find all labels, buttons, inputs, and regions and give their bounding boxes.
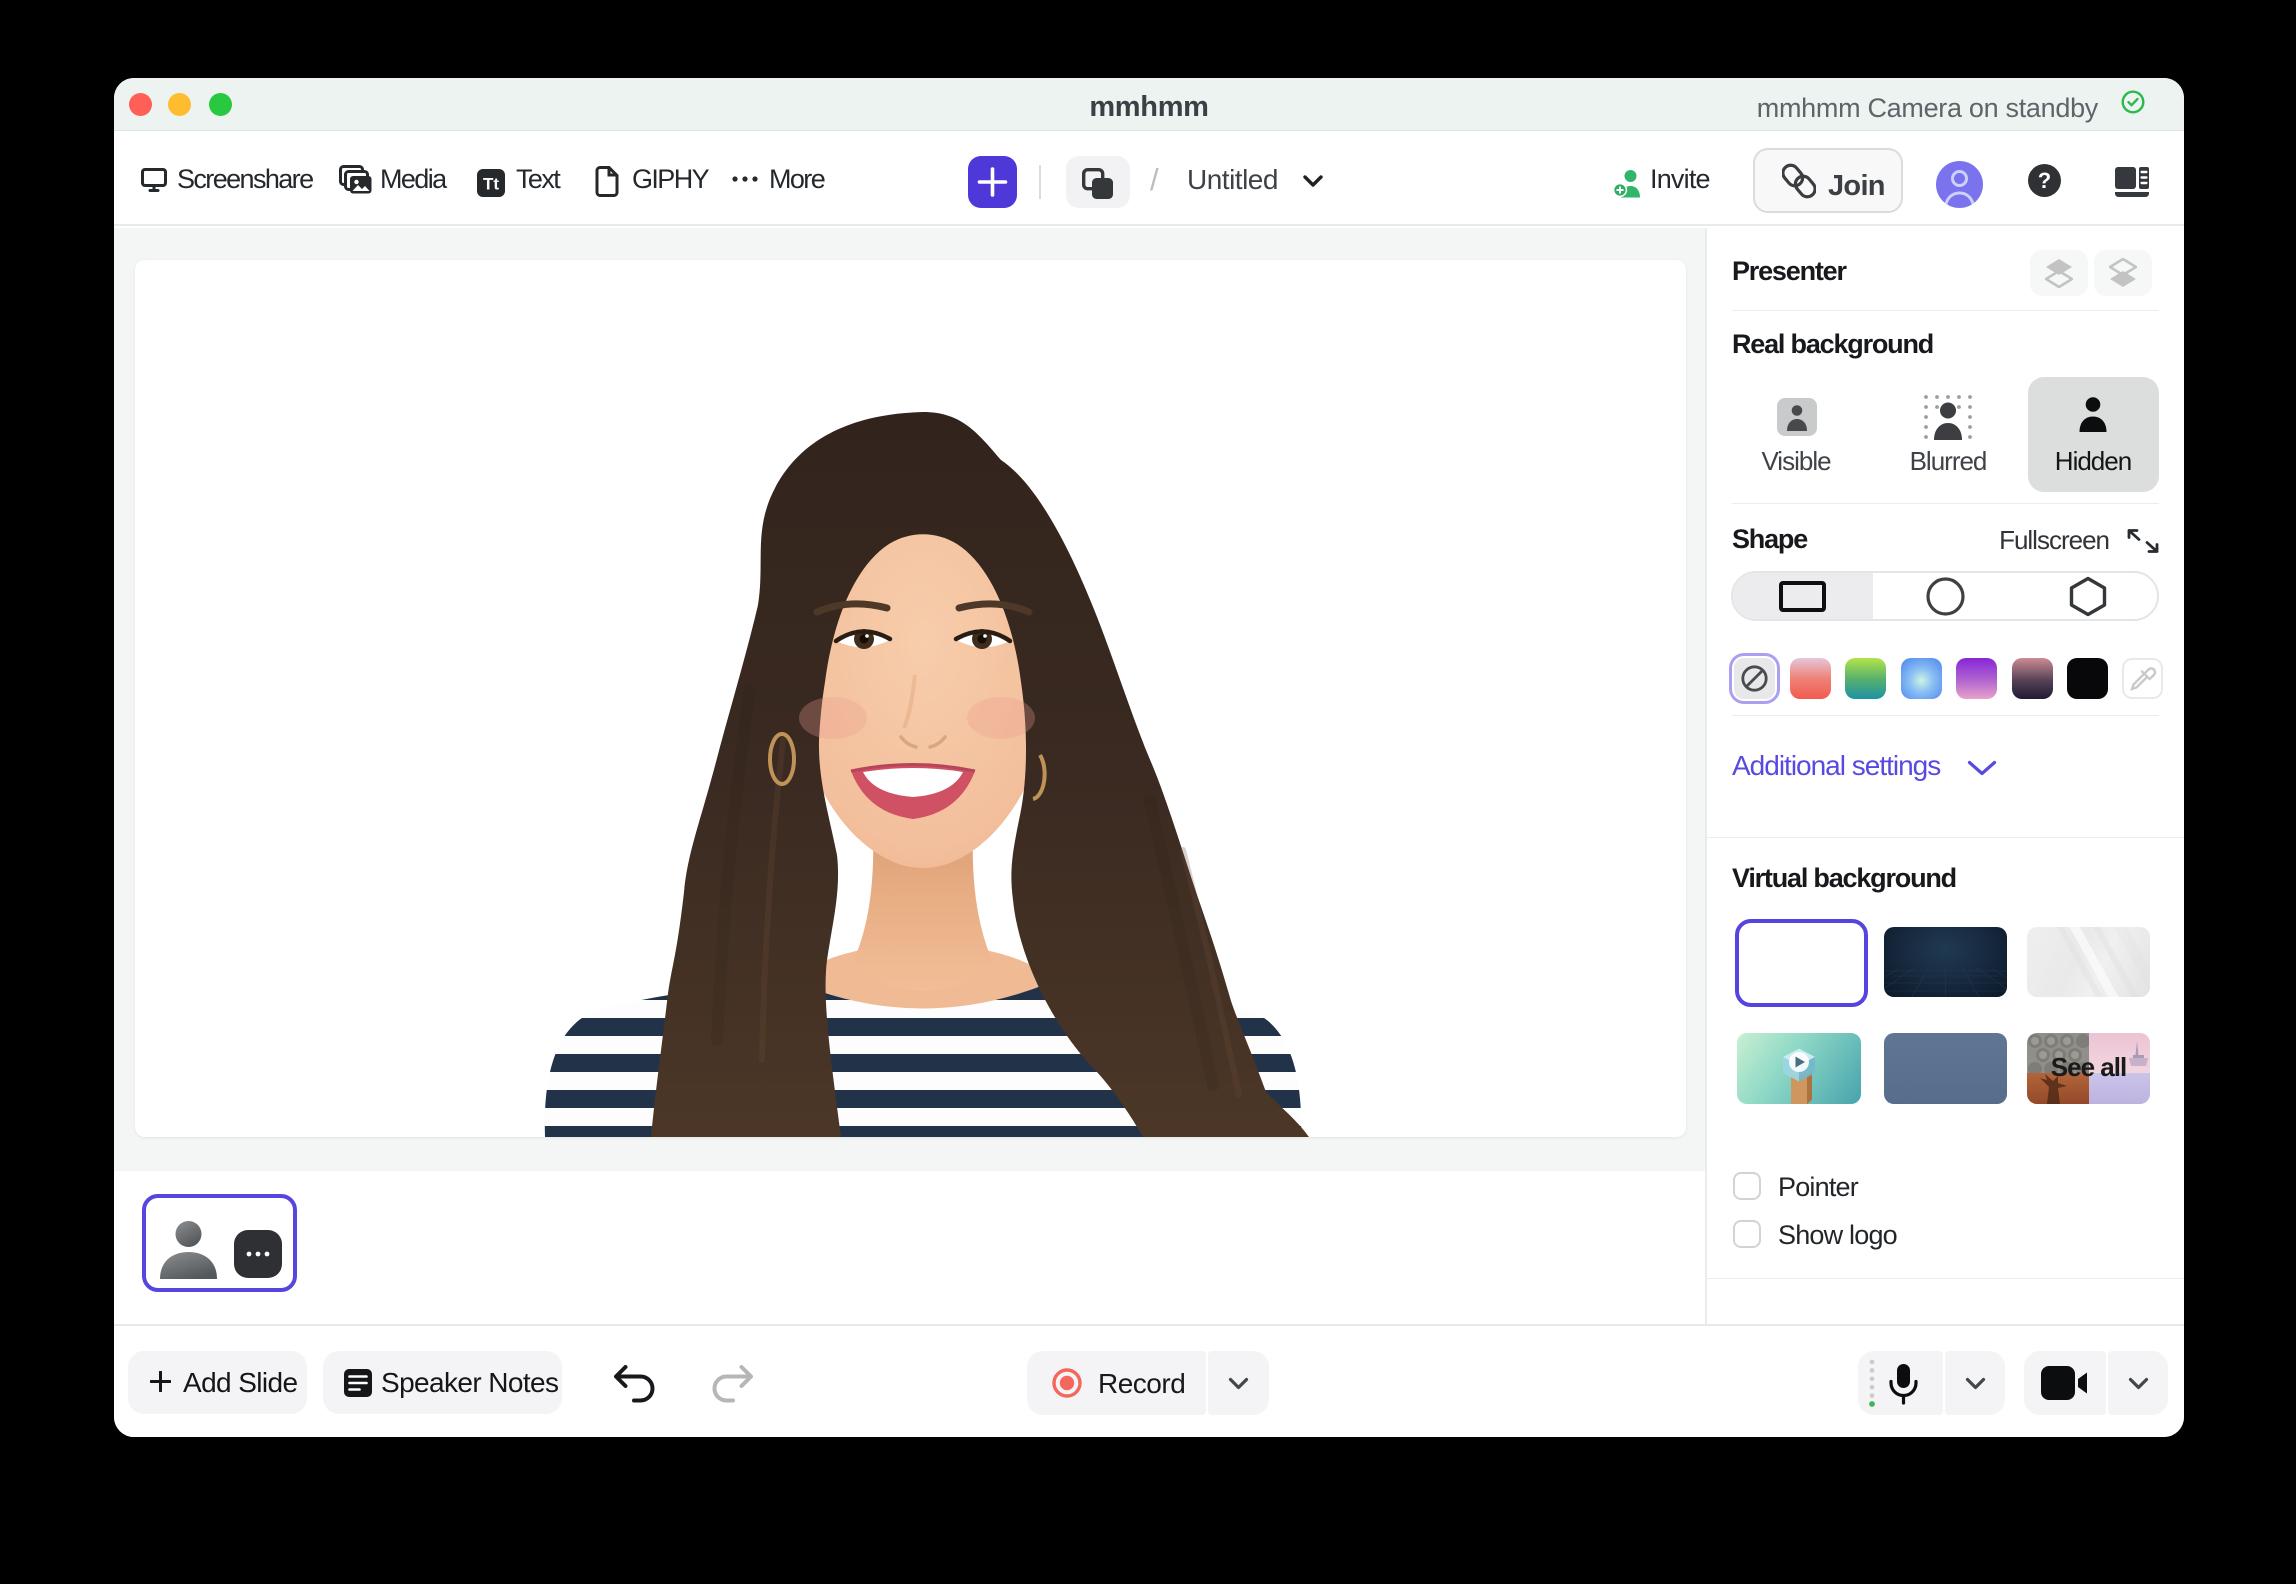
- svg-text:Tt: Tt: [483, 175, 499, 194]
